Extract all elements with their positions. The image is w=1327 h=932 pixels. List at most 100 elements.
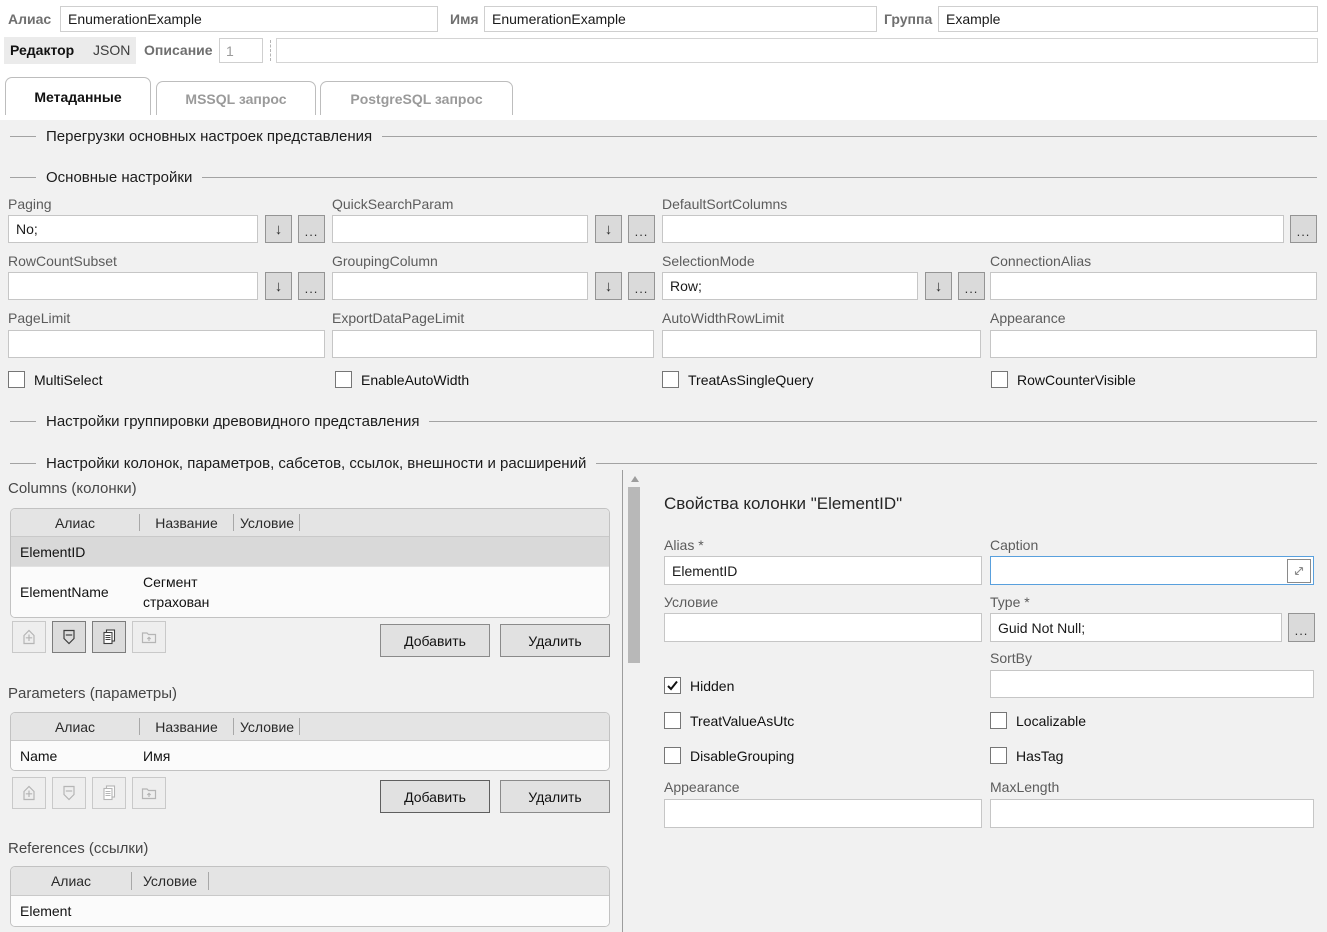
column-header-alias[interactable]: Алиас: [11, 509, 139, 536]
pagelimit-input[interactable]: [8, 330, 325, 358]
autowidthrowlimit-label: AutoWidthRowLimit: [662, 310, 784, 326]
column-header-condition[interactable]: Условие: [234, 509, 300, 536]
prop-caption-input[interactable]: [990, 556, 1314, 585]
prop-appearance-input[interactable]: [664, 799, 982, 828]
column-header-condition[interactable]: Условие: [234, 713, 300, 740]
column-header-condition[interactable]: Условие: [131, 867, 209, 895]
paging-dropdown-button[interactable]: ↓: [265, 215, 292, 243]
rowcountsubset-dropdown-button[interactable]: ↓: [265, 272, 292, 300]
table-row[interactable]: Element: [11, 896, 609, 926]
table-row[interactable]: Name Имя: [11, 741, 609, 770]
defaultsortcolumns-ellipsis-button[interactable]: ...: [1290, 215, 1317, 243]
hastag-checkbox[interactable]: HasTag: [990, 747, 1063, 764]
prop-type-ellipsis-button[interactable]: ...: [1288, 613, 1315, 642]
quicksearchparam-label: QuickSearchParam: [332, 196, 453, 212]
defaultsortcolumns-input[interactable]: [662, 215, 1284, 243]
prop-condition-label: Условие: [664, 594, 718, 610]
tag-up-plus-icon: [20, 784, 38, 802]
selectionmode-ellipsis-button[interactable]: ...: [958, 272, 985, 300]
prop-sortby-input[interactable]: [990, 670, 1314, 698]
checkbox-box: [8, 371, 25, 388]
quicksearchparam-dropdown-button[interactable]: ↓: [595, 215, 622, 243]
column-header-name[interactable]: Название: [139, 713, 234, 740]
panel-splitter[interactable]: [622, 470, 623, 932]
rowcountsubset-input[interactable]: [8, 272, 258, 300]
selectionmode-dropdown-button[interactable]: ↓: [925, 272, 952, 300]
columns-table-header: Алиас Название Условие: [11, 509, 609, 537]
parameters-move-up-button[interactable]: [12, 777, 46, 809]
parameters-export-button[interactable]: [132, 777, 166, 809]
scrollbar-thumb[interactable]: [628, 487, 640, 663]
enableautowidth-checkbox[interactable]: EnableAutoWidth: [335, 371, 469, 388]
columns-add-button[interactable]: Добавить: [380, 624, 490, 657]
prop-condition-input[interactable]: [664, 613, 982, 642]
connectionalias-input[interactable]: [990, 272, 1317, 300]
parameters-table: Алиас Название Условие Name Имя: [10, 712, 610, 771]
disablegrouping-checkbox[interactable]: DisableGrouping: [664, 747, 794, 764]
treatassinglequery-checkbox[interactable]: TreatAsSingleQuery: [662, 371, 814, 388]
column-header-name[interactable]: Название: [139, 509, 234, 536]
description-resize-handle[interactable]: [270, 40, 271, 61]
hidden-checkbox[interactable]: Hidden: [664, 677, 734, 694]
table-row[interactable]: ElementName Сегмент страхован: [11, 567, 609, 617]
editor-mode-toggle[interactable]: Редактор: [10, 37, 74, 64]
parameters-add-button[interactable]: Добавить: [380, 780, 490, 813]
caption-expand-button[interactable]: [1287, 559, 1311, 583]
columns-move-down-button[interactable]: [52, 621, 86, 653]
description-input[interactable]: [276, 38, 1318, 63]
tab-metadata[interactable]: Метаданные: [5, 77, 151, 115]
group-input[interactable]: [938, 6, 1318, 32]
parameters-section-title: Parameters (параметры): [8, 685, 177, 702]
copy-document-icon: [100, 628, 118, 646]
columns-export-button[interactable]: [132, 621, 166, 653]
ellipsis-icon: ...: [1297, 227, 1311, 237]
selectionmode-label: SelectionMode: [662, 253, 755, 269]
json-mode-toggle[interactable]: JSON: [93, 37, 130, 64]
multiselect-checkbox[interactable]: MultiSelect: [8, 371, 102, 388]
autowidthrowlimit-input[interactable]: [662, 330, 981, 358]
scrollbar-up-arrow-icon[interactable]: [631, 476, 639, 482]
column-header-alias[interactable]: Алиас: [11, 867, 131, 895]
tab-mssql-query[interactable]: MSSQL запрос: [156, 81, 316, 115]
treatvalueasutc-label: TreatValueAsUtc: [690, 713, 794, 729]
alias-input[interactable]: [60, 6, 438, 32]
group-label: Группа: [884, 6, 932, 32]
paging-ellipsis-button[interactable]: ...: [298, 215, 325, 243]
ellipsis-icon: ...: [965, 284, 979, 294]
ellipsis-icon: ...: [635, 227, 649, 237]
columns-copy-button[interactable]: [92, 621, 126, 653]
treatvalueasutc-checkbox[interactable]: TreatValueAsUtc: [664, 712, 794, 729]
hidden-label: Hidden: [690, 678, 734, 694]
paging-input[interactable]: [8, 215, 258, 243]
description-number-input[interactable]: [219, 38, 263, 63]
tab-postgresql-query[interactable]: PostgreSQL запрос: [320, 81, 513, 115]
localizable-checkbox[interactable]: Localizable: [990, 712, 1086, 729]
rowcountervisible-checkbox[interactable]: RowCounterVisible: [991, 371, 1136, 388]
quicksearchparam-ellipsis-button[interactable]: ...: [628, 215, 655, 243]
quicksearchparam-input[interactable]: [332, 215, 588, 243]
name-label: Имя: [450, 6, 479, 32]
columns-move-up-button[interactable]: [12, 621, 46, 653]
prop-alias-input[interactable]: [664, 556, 982, 585]
column-properties-title: Свойства колонки "ElementID": [664, 494, 902, 514]
tab-metadata-label: Метаданные: [34, 89, 121, 105]
table-row[interactable]: ElementID: [11, 537, 609, 567]
name-input[interactable]: [484, 6, 877, 32]
checkbox-box: [662, 371, 679, 388]
parameters-move-down-button[interactable]: [52, 777, 86, 809]
parameters-copy-button[interactable]: [92, 777, 126, 809]
prop-type-input[interactable]: [990, 613, 1282, 642]
appearance-input[interactable]: [990, 330, 1317, 358]
groupingcolumn-input[interactable]: [332, 272, 588, 300]
column-header-alias[interactable]: Алиас: [11, 713, 139, 740]
parameters-delete-button[interactable]: Удалить: [500, 780, 610, 813]
prop-maxlength-input[interactable]: [990, 799, 1314, 828]
columns-delete-button[interactable]: Удалить: [500, 624, 610, 657]
groupingcolumn-ellipsis-button[interactable]: ...: [628, 272, 655, 300]
treatassinglequery-label: TreatAsSingleQuery: [688, 372, 814, 388]
section-basic-settings-label: Основные настройки: [46, 169, 192, 186]
selectionmode-input[interactable]: [662, 272, 918, 300]
rowcountsubset-ellipsis-button[interactable]: ...: [298, 272, 325, 300]
groupingcolumn-dropdown-button[interactable]: ↓: [595, 272, 622, 300]
exportdatapagelimit-input[interactable]: [332, 330, 654, 358]
